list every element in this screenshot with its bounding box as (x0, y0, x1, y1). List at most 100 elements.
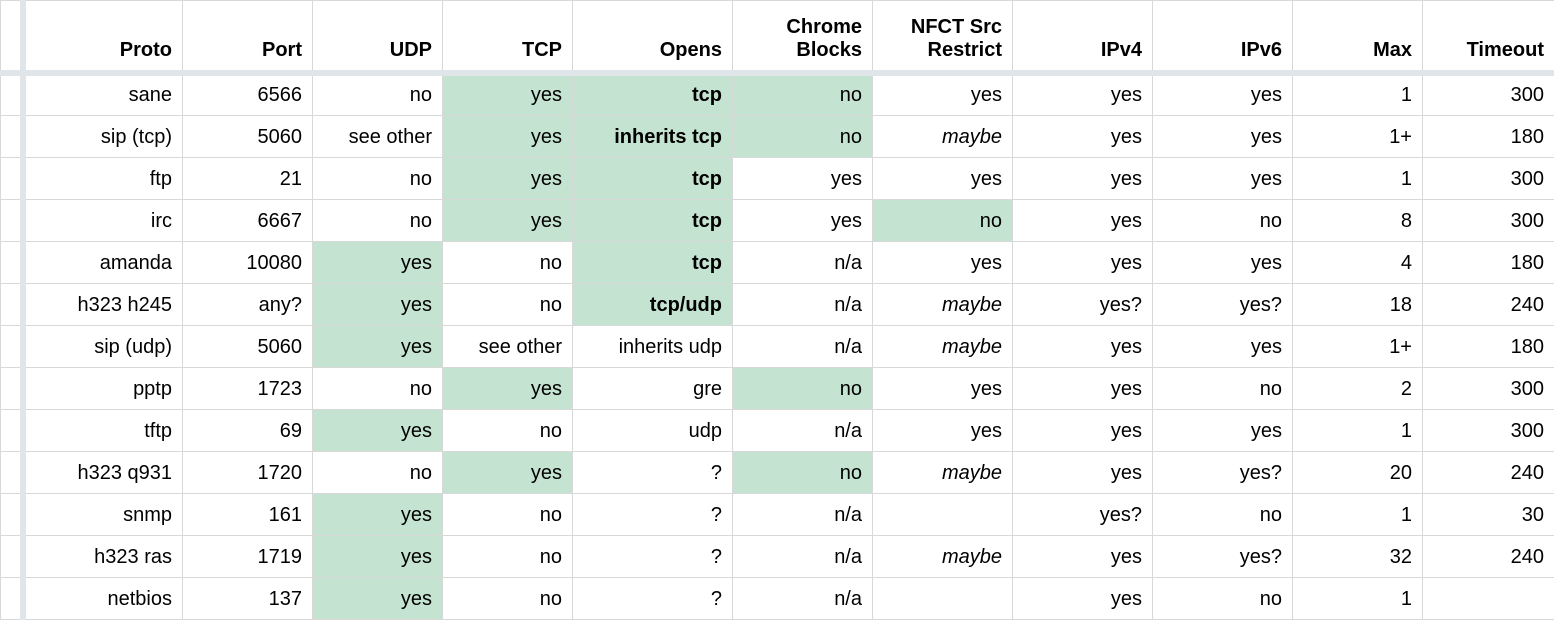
cell-udp[interactable]: yes (313, 241, 443, 283)
cell-timeout[interactable]: 300 (1423, 157, 1554, 199)
cell-proto[interactable]: h323 ras (23, 535, 183, 577)
cell-max[interactable]: 1 (1293, 409, 1423, 451)
cell-udp[interactable]: no (313, 157, 443, 199)
cell-timeout[interactable] (1423, 577, 1554, 619)
cell-ipv4[interactable]: yes (1013, 577, 1153, 619)
cell-ipv6[interactable]: yes? (1153, 535, 1293, 577)
cell-port[interactable]: 5060 (183, 325, 313, 367)
cell-opens[interactable]: ? (573, 577, 733, 619)
cell-nfct[interactable]: no (873, 199, 1013, 241)
col-header[interactable]: Port (183, 1, 313, 73)
cell-ipv4[interactable]: yes? (1013, 493, 1153, 535)
cell-proto[interactable]: h323 h245 (23, 283, 183, 325)
cell-udp[interactable]: yes (313, 409, 443, 451)
cell-max[interactable]: 1+ (1293, 115, 1423, 157)
cell-proto[interactable]: sip (udp) (23, 325, 183, 367)
cell-opens[interactable]: tcp (573, 199, 733, 241)
cell-ipv4[interactable]: yes (1013, 199, 1153, 241)
cell-opens[interactable]: tcp (573, 157, 733, 199)
cell-ipv6[interactable]: no (1153, 493, 1293, 535)
cell-ipv6[interactable]: no (1153, 367, 1293, 409)
cell-port[interactable]: 10080 (183, 241, 313, 283)
cell-udp[interactable]: yes (313, 535, 443, 577)
cell-nfct[interactable]: yes (873, 157, 1013, 199)
cell-opens[interactable]: ? (573, 535, 733, 577)
cell-max[interactable]: 1 (1293, 577, 1423, 619)
cell-port[interactable]: 1719 (183, 535, 313, 577)
cell-opens[interactable]: inherits tcp (573, 115, 733, 157)
cell-ipv4[interactable]: yes (1013, 115, 1153, 157)
cell-tcp[interactable]: yes (443, 451, 573, 493)
cell-nfct[interactable]: yes (873, 241, 1013, 283)
cell-nfct[interactable]: maybe (873, 325, 1013, 367)
cell-timeout[interactable]: 180 (1423, 115, 1554, 157)
cell-ipv4[interactable]: yes (1013, 409, 1153, 451)
cell-max[interactable]: 32 (1293, 535, 1423, 577)
cell-chrome[interactable]: n/a (733, 493, 873, 535)
cell-opens[interactable]: ? (573, 451, 733, 493)
cell-proto[interactable]: sane (23, 73, 183, 116)
cell-udp[interactable]: yes (313, 577, 443, 619)
cell-nfct[interactable]: maybe (873, 451, 1013, 493)
cell-nfct[interactable]: maybe (873, 283, 1013, 325)
cell-timeout[interactable]: 300 (1423, 73, 1554, 116)
cell-timeout[interactable]: 240 (1423, 535, 1554, 577)
col-header[interactable]: IPv4 (1013, 1, 1153, 73)
cell-tcp[interactable]: no (443, 241, 573, 283)
cell-port[interactable]: 1720 (183, 451, 313, 493)
cell-chrome[interactable]: n/a (733, 241, 873, 283)
cell-ipv6[interactable]: yes (1153, 409, 1293, 451)
col-header[interactable]: Timeout (1423, 1, 1554, 73)
cell-udp[interactable]: no (313, 367, 443, 409)
col-header[interactable]: Max (1293, 1, 1423, 73)
cell-tcp[interactable]: no (443, 409, 573, 451)
cell-opens[interactable]: tcp (573, 73, 733, 116)
cell-ipv4[interactable]: yes (1013, 157, 1153, 199)
col-header[interactable]: NFCT Src Restrict (873, 1, 1013, 73)
cell-chrome[interactable]: yes (733, 199, 873, 241)
cell-ipv6[interactable]: yes? (1153, 451, 1293, 493)
cell-chrome[interactable]: no (733, 451, 873, 493)
cell-tcp[interactable]: yes (443, 115, 573, 157)
cell-port[interactable]: 137 (183, 577, 313, 619)
cell-nfct[interactable]: maybe (873, 115, 1013, 157)
cell-ipv4[interactable]: yes (1013, 451, 1153, 493)
cell-max[interactable]: 2 (1293, 367, 1423, 409)
cell-port[interactable]: any? (183, 283, 313, 325)
col-header[interactable]: Opens (573, 1, 733, 73)
cell-opens[interactable]: inherits udp (573, 325, 733, 367)
cell-timeout[interactable]: 180 (1423, 241, 1554, 283)
cell-port[interactable]: 1723 (183, 367, 313, 409)
cell-tcp[interactable]: see other (443, 325, 573, 367)
cell-ipv4[interactable]: yes (1013, 535, 1153, 577)
cell-timeout[interactable]: 30 (1423, 493, 1554, 535)
cell-port[interactable]: 21 (183, 157, 313, 199)
cell-nfct[interactable]: yes (873, 409, 1013, 451)
cell-ipv6[interactable]: no (1153, 199, 1293, 241)
cell-port[interactable]: 6566 (183, 73, 313, 116)
cell-ipv6[interactable]: yes? (1153, 283, 1293, 325)
cell-ipv6[interactable]: yes (1153, 73, 1293, 116)
cell-chrome[interactable]: n/a (733, 535, 873, 577)
cell-opens[interactable]: tcp (573, 241, 733, 283)
cell-opens[interactable]: udp (573, 409, 733, 451)
cell-proto[interactable]: ftp (23, 157, 183, 199)
cell-udp[interactable]: yes (313, 325, 443, 367)
cell-ipv6[interactable]: yes (1153, 115, 1293, 157)
cell-timeout[interactable]: 300 (1423, 409, 1554, 451)
cell-nfct[interactable] (873, 577, 1013, 619)
cell-timeout[interactable]: 300 (1423, 199, 1554, 241)
col-header[interactable]: UDP (313, 1, 443, 73)
cell-max[interactable]: 8 (1293, 199, 1423, 241)
cell-ipv6[interactable]: yes (1153, 325, 1293, 367)
cell-tcp[interactable]: yes (443, 157, 573, 199)
cell-ipv6[interactable]: yes (1153, 157, 1293, 199)
cell-tcp[interactable]: no (443, 493, 573, 535)
cell-opens[interactable]: tcp/udp (573, 283, 733, 325)
cell-chrome[interactable]: no (733, 367, 873, 409)
cell-opens[interactable]: gre (573, 367, 733, 409)
cell-nfct[interactable]: yes (873, 367, 1013, 409)
cell-nfct[interactable] (873, 493, 1013, 535)
cell-chrome[interactable]: yes (733, 157, 873, 199)
cell-ipv4[interactable]: yes? (1013, 283, 1153, 325)
